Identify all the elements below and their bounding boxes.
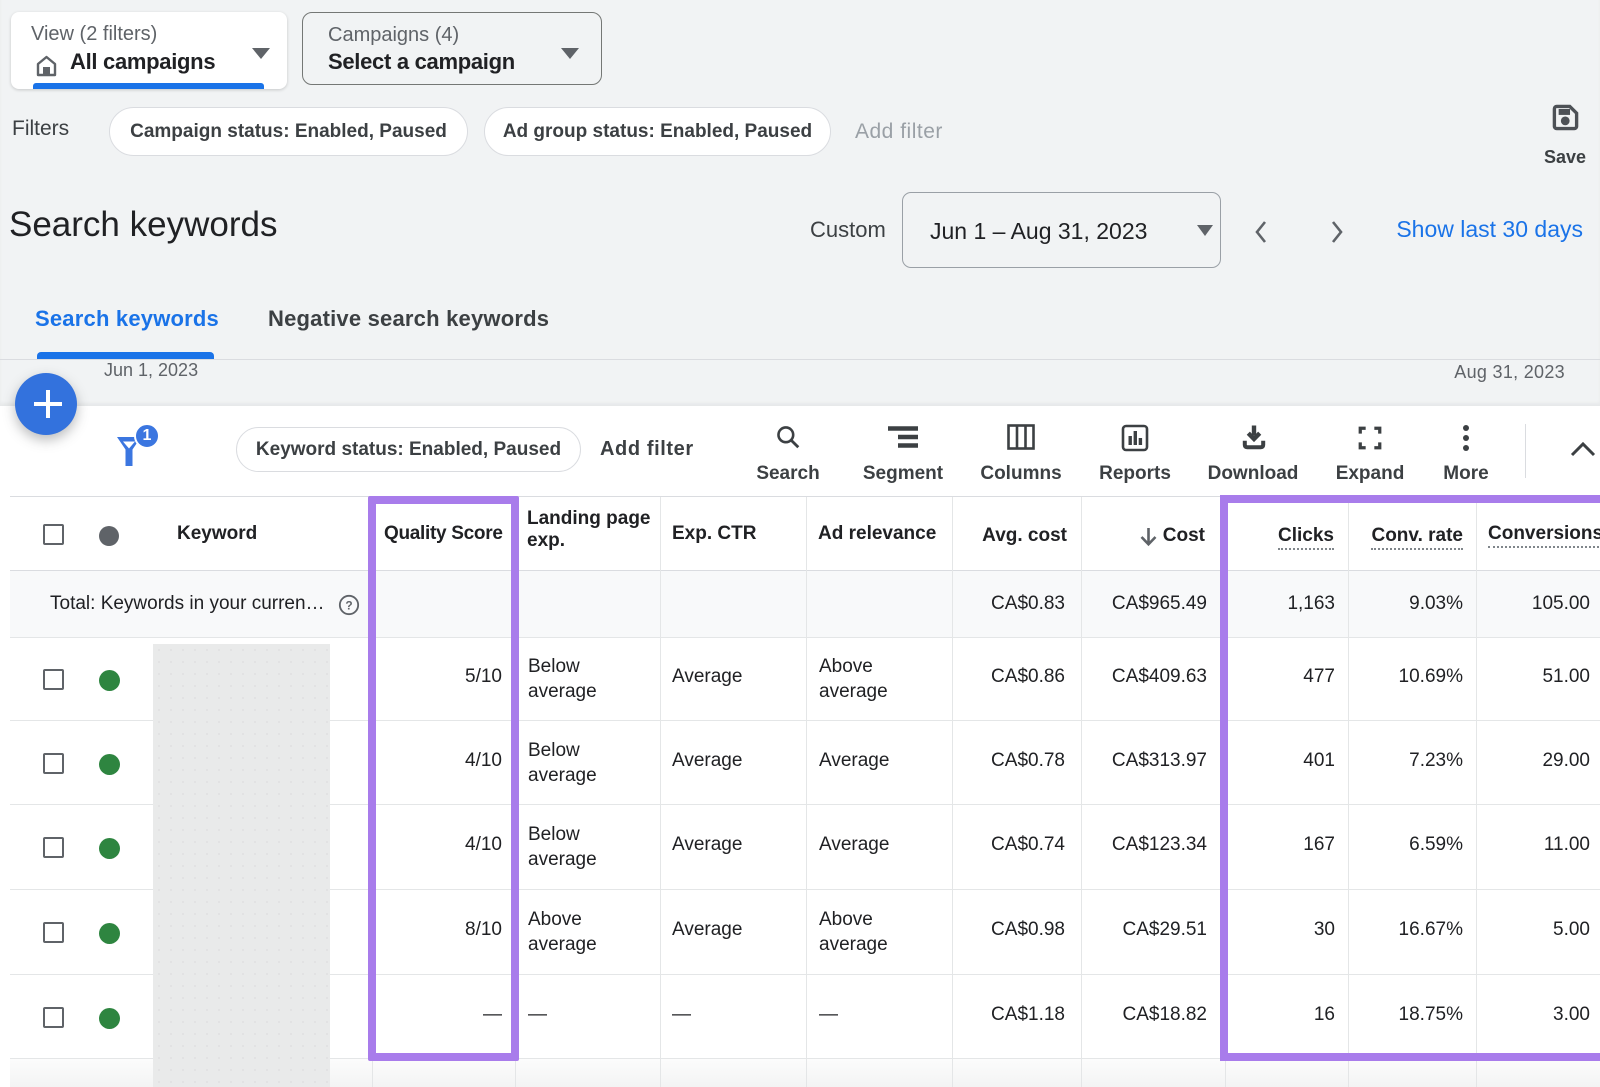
svg-text:?: ?: [345, 599, 352, 613]
